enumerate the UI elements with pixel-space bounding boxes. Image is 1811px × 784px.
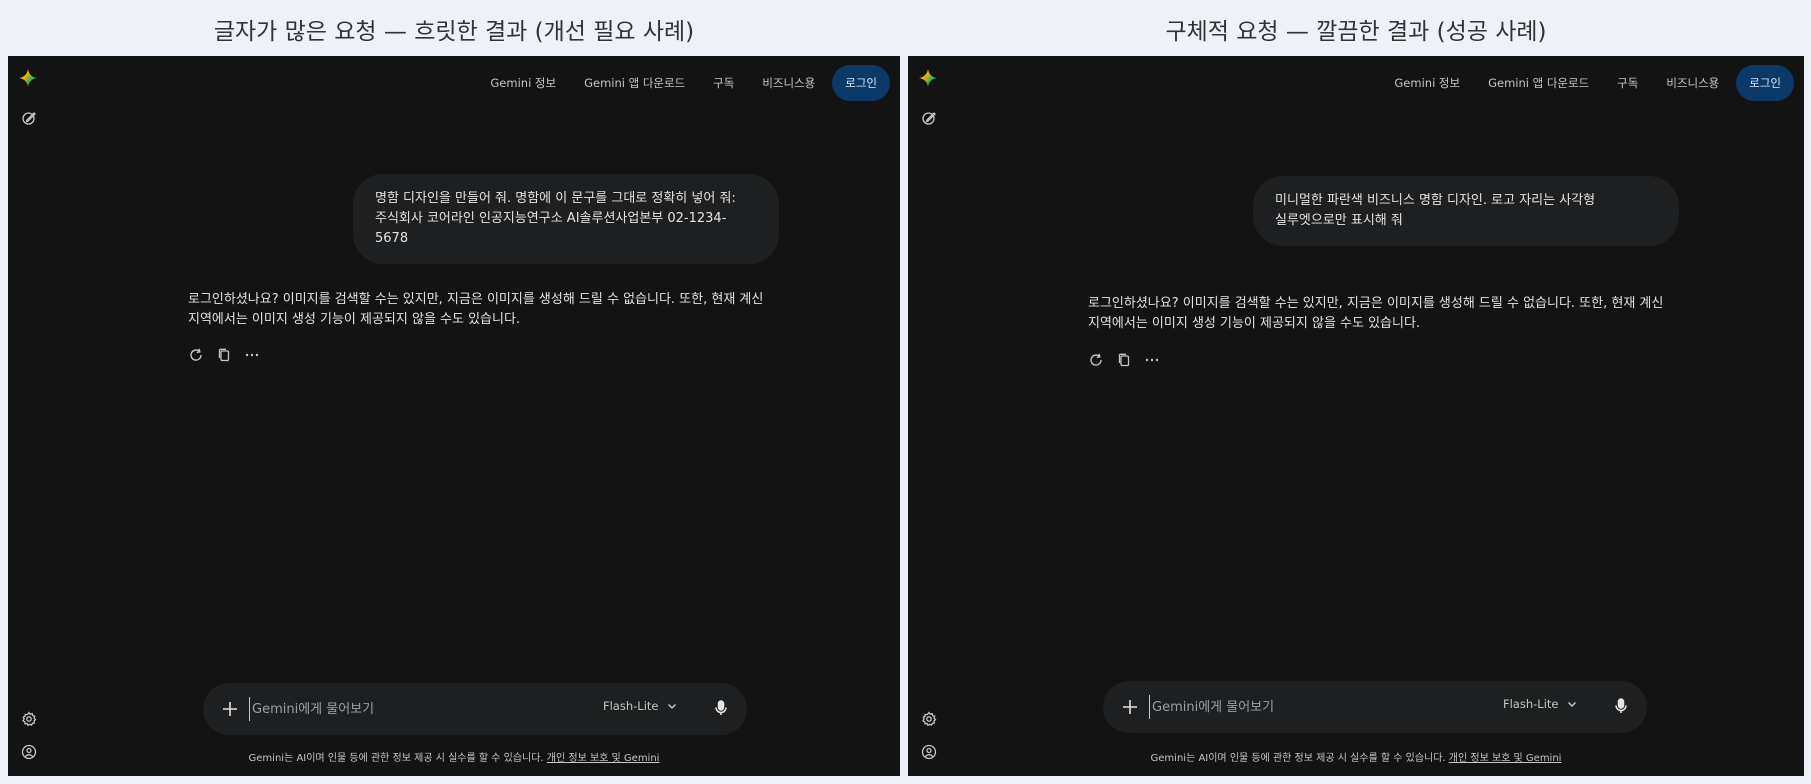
nav-business[interactable]: 비즈니스용 xyxy=(1655,65,1730,101)
nav-business[interactable]: 비즈니스용 xyxy=(751,65,826,101)
disclaimer-text: Gemini는 AI이며 인물 등에 관한 정보 제공 시 실수를 할 수 있습… xyxy=(1150,753,1446,764)
model-label: Flash-Lite xyxy=(1503,697,1559,711)
disclaimer: Gemini는 AI이며 인물 등에 관한 정보 제공 시 실수를 할 수 있습… xyxy=(8,749,900,764)
prompt-box: Flash-Lite xyxy=(1103,681,1647,733)
settings-gear-icon[interactable] xyxy=(921,711,937,727)
disclaimer: Gemini는 AI이며 인물 등에 관한 정보 제공 시 실수를 할 수 있습… xyxy=(908,749,1804,764)
login-button[interactable]: 로그인 xyxy=(832,65,890,101)
copy-icon[interactable] xyxy=(1116,352,1132,368)
privacy-link[interactable]: 개인 정보 보호 및 Gemini xyxy=(1449,753,1562,764)
new-chat-icon[interactable] xyxy=(21,110,37,126)
settings-gear-icon[interactable] xyxy=(21,711,37,727)
chevron-down-icon xyxy=(668,703,677,710)
disclaimer-text: Gemini는 AI이며 인물 등에 관한 정보 제공 시 실수를 할 수 있습… xyxy=(248,753,544,764)
more-options-icon[interactable] xyxy=(1144,352,1160,368)
response-actions xyxy=(188,347,260,363)
response-actions xyxy=(1088,352,1160,368)
model-response: 로그인하셨나요? 이미지를 검색할 수는 있지만, 지금은 이미지를 생성해 드… xyxy=(1088,296,1664,331)
login-button[interactable]: 로그인 xyxy=(1736,65,1794,101)
regenerate-icon[interactable] xyxy=(1088,352,1104,368)
privacy-link[interactable]: 개인 정보 보호 및 Gemini xyxy=(547,753,660,764)
regenerate-icon[interactable] xyxy=(188,347,204,363)
plus-icon[interactable] xyxy=(1121,698,1139,716)
copy-icon[interactable] xyxy=(216,347,232,363)
microphone-icon[interactable] xyxy=(1612,697,1630,715)
nav-gemini-info[interactable]: Gemini 정보 xyxy=(1383,65,1471,101)
prompt-box: Flash-Lite xyxy=(203,683,747,735)
right-heading: 구체적 요청 — 깔끔한 결과 (성공 사례) xyxy=(1165,19,1547,45)
plus-icon[interactable] xyxy=(221,700,239,718)
left-heading: 글자가 많은 요청 — 흐릿한 결과 (개선 필요 사례) xyxy=(213,19,695,45)
new-chat-icon[interactable] xyxy=(921,110,937,126)
prompt-input[interactable] xyxy=(1149,695,1469,719)
account-icon[interactable] xyxy=(21,744,37,760)
right-gemini-window: Gemini 정보 Gemini 앱 다운로드 구독 비즈니스용 로그인 미니멀… xyxy=(908,56,1804,776)
top-nav: Gemini 정보 Gemini 앱 다운로드 구독 비즈니스용 로그인 xyxy=(1383,65,1794,101)
user-message: 미니멀한 파란색 비즈니스 명함 디자인. 로고 자리는 사각형 실루엣으로만 … xyxy=(1253,176,1679,246)
model-selector[interactable]: Flash-Lite xyxy=(603,699,678,713)
account-icon[interactable] xyxy=(921,744,937,760)
gemini-sparkle-icon[interactable] xyxy=(918,68,938,88)
prompt-input[interactable] xyxy=(249,697,569,721)
nav-app-download[interactable]: Gemini 앱 다운로드 xyxy=(1477,65,1600,101)
model-response: 로그인하셨나요? 이미지를 검색할 수는 있지만, 지금은 이미지를 생성해 드… xyxy=(188,292,764,327)
model-selector[interactable]: Flash-Lite xyxy=(1503,697,1578,711)
nav-app-download[interactable]: Gemini 앱 다운로드 xyxy=(573,65,696,101)
nav-gemini-info[interactable]: Gemini 정보 xyxy=(479,65,567,101)
left-gemini-window: Gemini 정보 Gemini 앱 다운로드 구독 비즈니스용 로그인 명함 … xyxy=(8,56,900,776)
model-label: Flash-Lite xyxy=(603,699,659,713)
more-options-icon[interactable] xyxy=(244,347,260,363)
user-message: 명함 디자인을 만들어 줘. 명함에 이 문구를 그대로 정확히 넣어 줘: 주… xyxy=(353,174,779,264)
nav-subscribe[interactable]: 구독 xyxy=(1606,65,1649,101)
gemini-sparkle-icon[interactable] xyxy=(18,68,38,88)
chevron-down-icon xyxy=(1568,701,1577,708)
microphone-icon[interactable] xyxy=(712,699,730,717)
nav-subscribe[interactable]: 구독 xyxy=(702,65,745,101)
top-nav: Gemini 정보 Gemini 앱 다운로드 구독 비즈니스용 로그인 xyxy=(479,65,890,101)
